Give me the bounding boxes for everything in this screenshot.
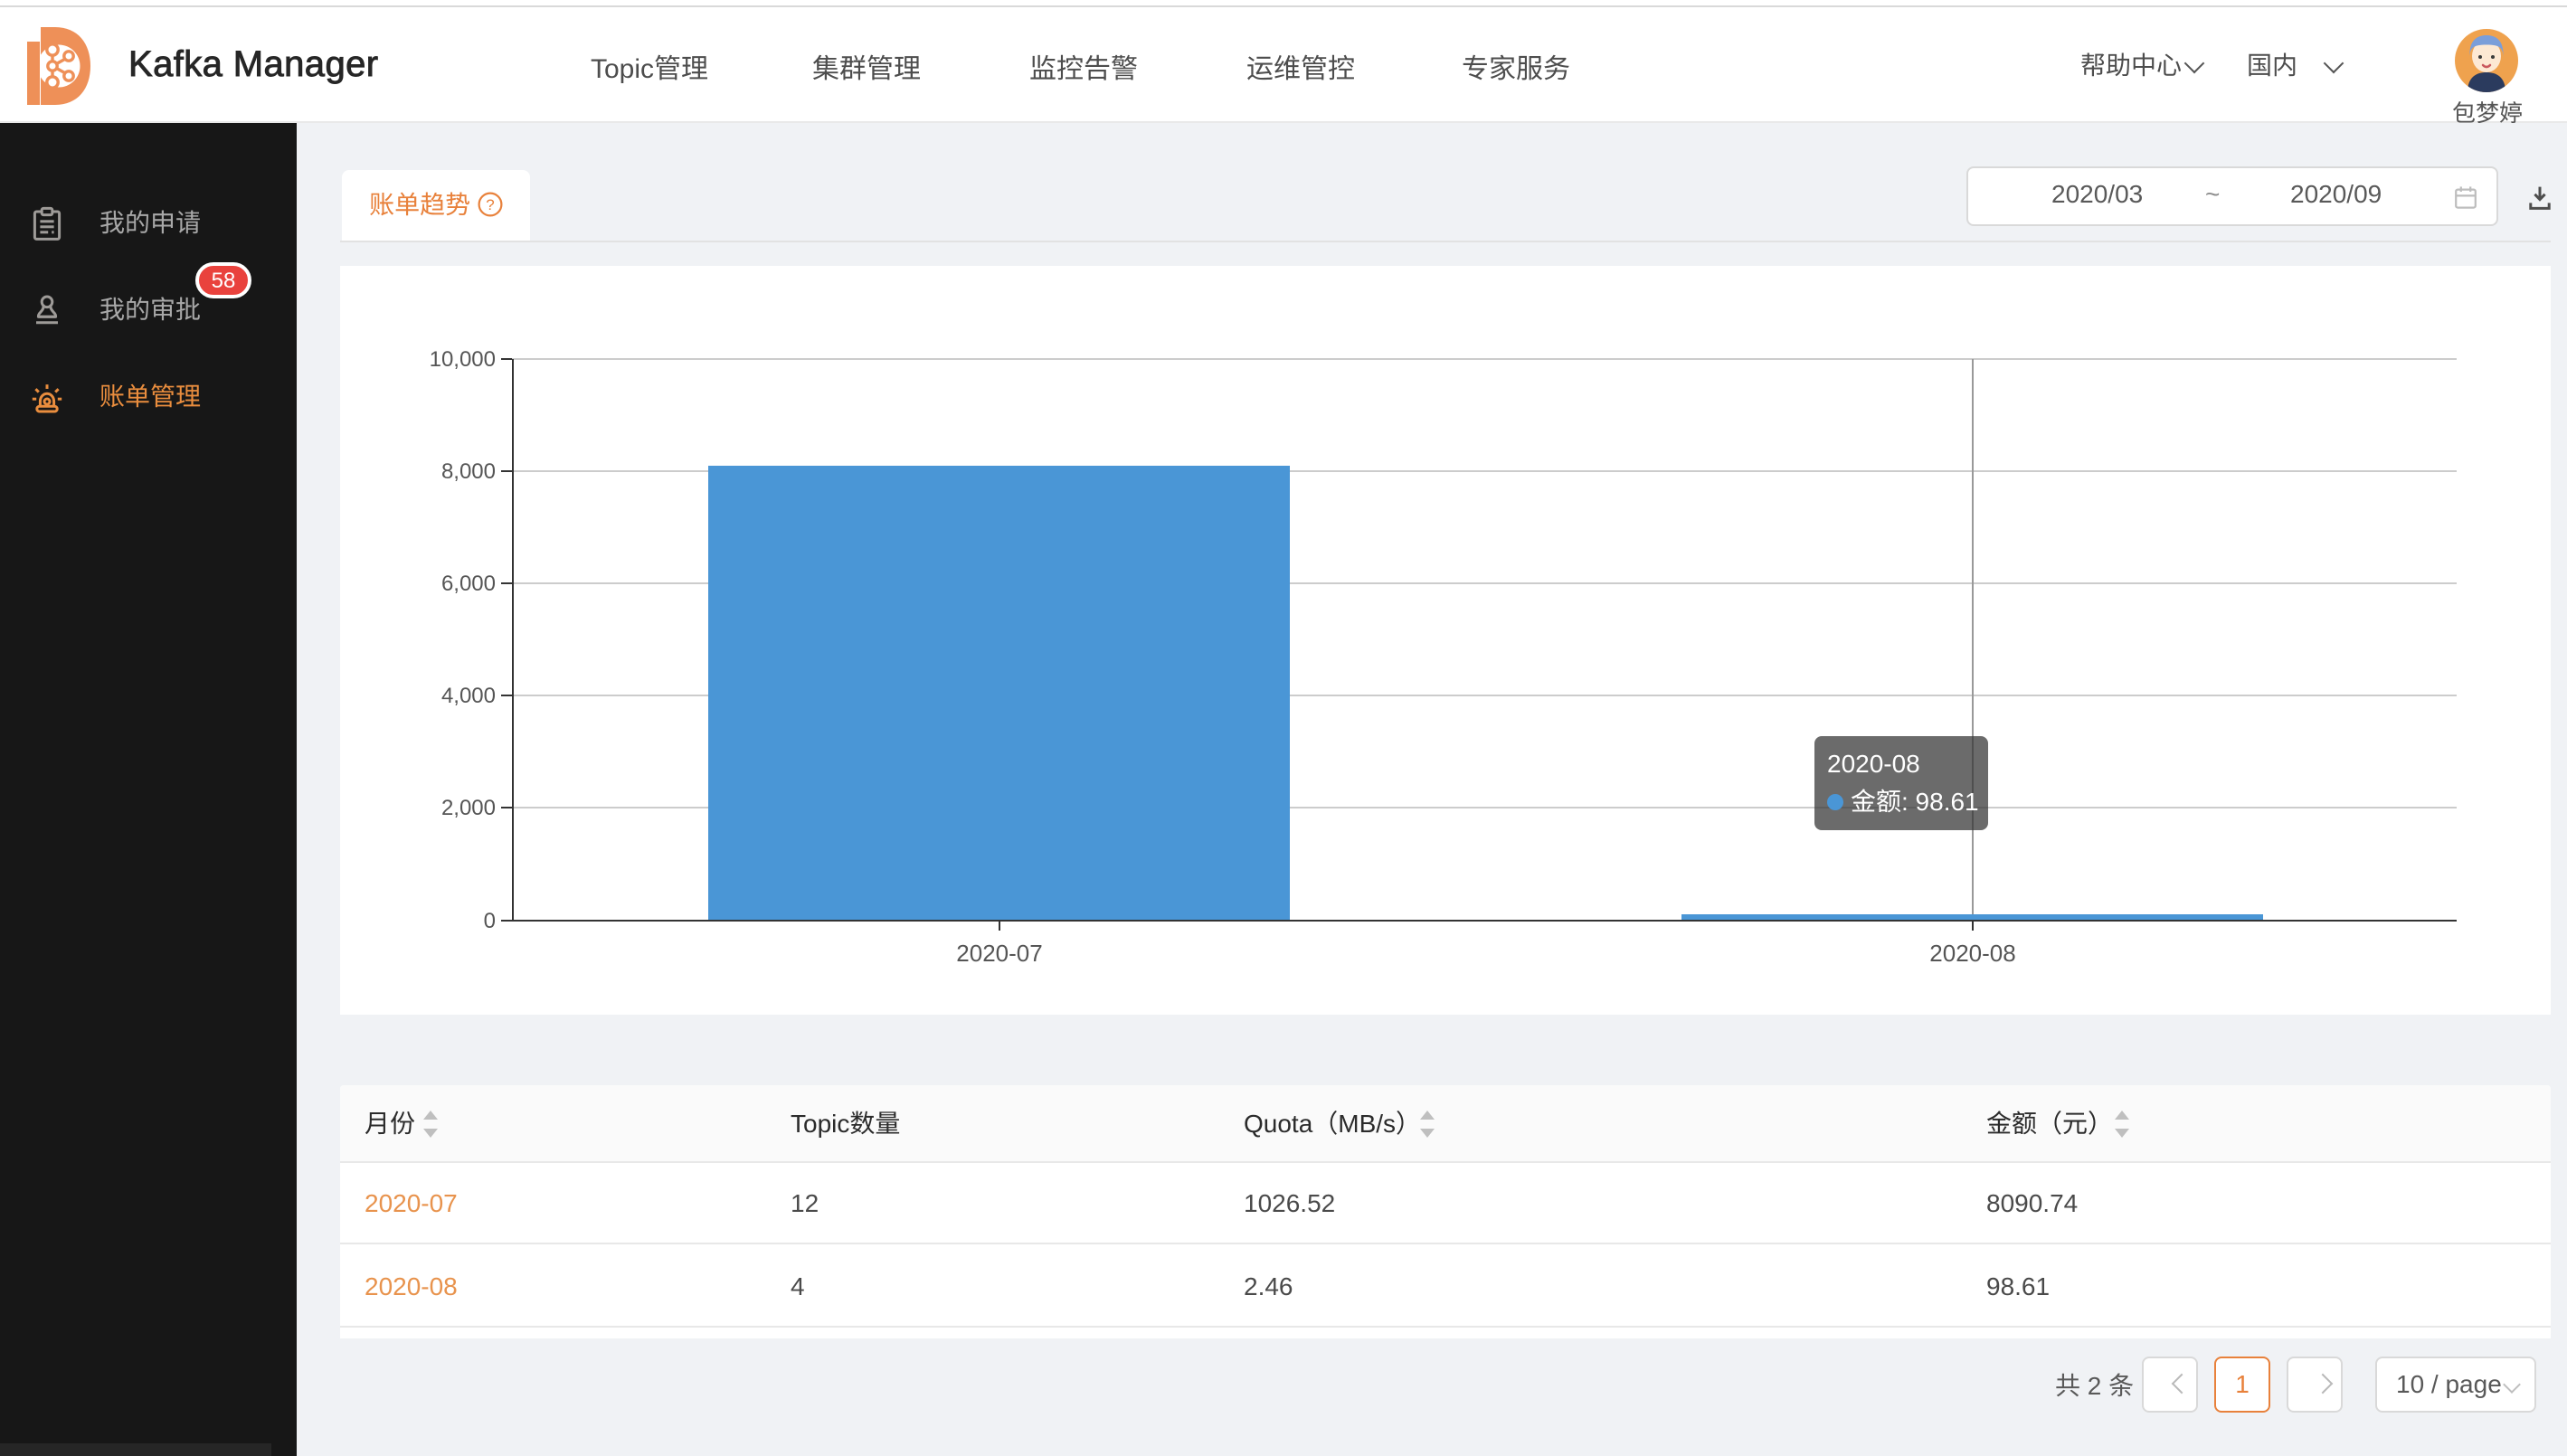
svg-text:8,000: 8,000: [441, 459, 496, 484]
svg-text:?: ?: [486, 196, 494, 213]
svg-text:2020-07: 2020-07: [956, 940, 1042, 967]
svg-text:10,000: 10,000: [430, 347, 496, 372]
svg-text:2020-08: 2020-08: [1929, 940, 2015, 967]
svg-text:6,000: 6,000: [441, 572, 496, 596]
svg-text:2,000: 2,000: [441, 796, 496, 820]
svg-text:4,000: 4,000: [441, 684, 496, 708]
svg-text:0: 0: [484, 909, 496, 933]
